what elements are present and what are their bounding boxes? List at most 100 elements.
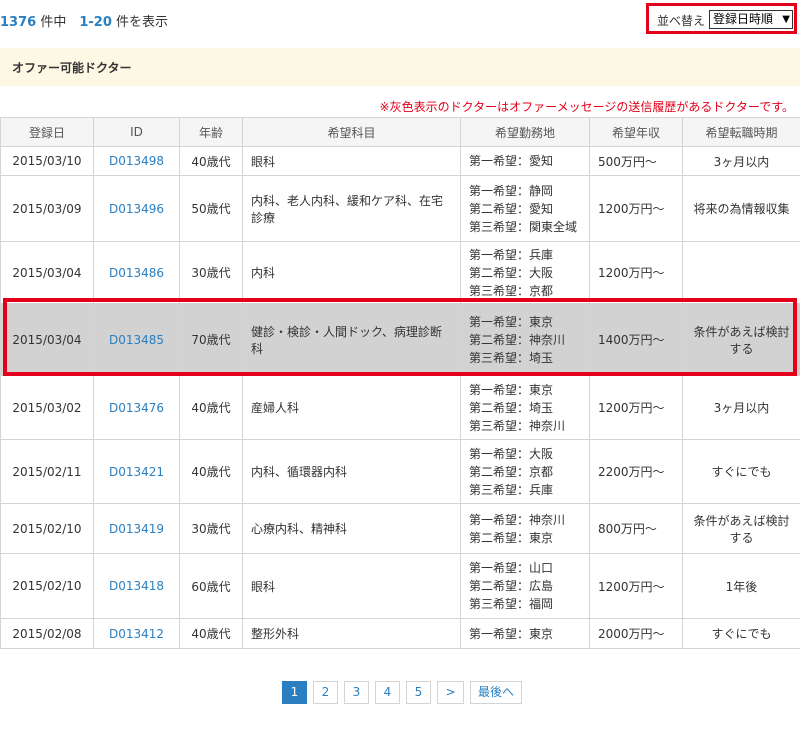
location-preference: 第一希望：東京 bbox=[469, 314, 554, 329]
cell-age: 40歳代 bbox=[179, 618, 243, 649]
range-suffix: 件を表示 bbox=[111, 15, 169, 30]
cell-date: 2015/03/10 bbox=[0, 146, 94, 176]
sort-select[interactable]: 登録日時順 ▼ bbox=[709, 10, 793, 29]
sort-selected-value: 登録日時順 bbox=[713, 12, 774, 26]
page-button-1[interactable]: 1 bbox=[282, 681, 307, 704]
cell-age: 40歳代 bbox=[179, 146, 243, 176]
cell-date: 2015/02/10 bbox=[0, 503, 94, 554]
cell-salary: 2200万円〜 bbox=[589, 439, 683, 504]
next-page-button[interactable]: > bbox=[437, 681, 464, 704]
column-header-location: 希望勤務地 bbox=[460, 117, 590, 147]
doctor-id-link[interactable]: D013419 bbox=[93, 503, 180, 554]
gray-row-note: ※灰色表示のドクターはオファーメッセージの送信履歴があるドクターです。 bbox=[379, 100, 794, 114]
cell-department: 整形外科 bbox=[242, 618, 461, 649]
result-count: 1376 件中 1-20 件を表示 bbox=[0, 11, 168, 30]
cell-salary: 1400万円〜 bbox=[589, 303, 683, 376]
location-preference: 第三希望：埼玉 bbox=[469, 350, 554, 365]
cell-location: 第一希望：神奈川 第二希望：東京 bbox=[460, 503, 590, 554]
location-preference: 第二希望：京都 bbox=[469, 464, 554, 479]
cell-date: 2015/02/08 bbox=[0, 618, 94, 649]
table-row[interactable]: 2015/02/08 D013412 40歳代 整形外科 第一希望：東京 200… bbox=[0, 618, 800, 649]
location-preference: 第一希望：神奈川 bbox=[469, 512, 566, 527]
cell-salary: 1200万円〜 bbox=[589, 175, 683, 242]
cell-location: 第一希望：静岡 第二希望：愛知 第三希望：関東全域 bbox=[460, 175, 590, 242]
table-row[interactable]: 2015/03/10 D013498 40歳代 眼科 第一希望：愛知 500万円… bbox=[0, 146, 800, 176]
cell-salary: 1200万円〜 bbox=[589, 553, 683, 619]
cell-department: 健診・検診・人間ドック、病理診断科 bbox=[242, 303, 461, 376]
column-header-department: 希望科目 bbox=[242, 117, 461, 147]
table-row[interactable]: 2015/02/11 D013421 40歳代 内科、循環器内科 第一希望：大阪… bbox=[0, 439, 800, 504]
cell-age: 60歳代 bbox=[179, 553, 243, 619]
cell-date: 2015/03/04 bbox=[0, 241, 94, 304]
total-suffix: 件中 bbox=[36, 15, 67, 30]
column-header-date: 登録日 bbox=[0, 117, 94, 147]
cell-salary: 2000万円〜 bbox=[589, 618, 683, 649]
location-preference: 第一希望：兵庫 bbox=[469, 247, 554, 262]
section-header: オファー可能ドクター bbox=[0, 48, 800, 86]
cell-date: 2015/03/09 bbox=[0, 175, 94, 242]
location-preference: 第三希望：京都 bbox=[469, 283, 554, 298]
section-title: オファー可能ドクター bbox=[12, 61, 132, 75]
last-page-button[interactable]: 最後へ bbox=[470, 681, 522, 704]
cell-salary: 800万円〜 bbox=[589, 503, 683, 554]
cell-age: 70歳代 bbox=[179, 303, 243, 376]
table-row[interactable]: 2015/02/10 D013419 30歳代 心療内科、精神科 第一希望：神奈… bbox=[0, 503, 800, 554]
location-preference: 第三希望：兵庫 bbox=[469, 482, 554, 497]
cell-department: 眼科 bbox=[242, 553, 461, 619]
location-preference: 第一希望：愛知 bbox=[469, 154, 554, 168]
cell-age: 40歳代 bbox=[179, 375, 243, 440]
cell-timing: 条件があえば検討する bbox=[682, 303, 800, 376]
cell-department: 眼科 bbox=[242, 146, 461, 176]
doctor-id-link[interactable]: D013496 bbox=[93, 175, 180, 242]
table-row-highlighted[interactable]: 2015/03/04 D013485 70歳代 健診・検診・人間ドック、病理診断… bbox=[0, 303, 800, 376]
location-preference: 第一希望：山口 bbox=[469, 561, 554, 575]
total-count: 1376 bbox=[0, 15, 37, 30]
location-preference: 第一希望：東京 bbox=[469, 382, 554, 397]
column-header-timing: 希望転職時期 bbox=[682, 117, 800, 147]
sort-control: 並べ替え 登録日時順 ▼ bbox=[646, 3, 797, 34]
doctor-id-link[interactable]: D013486 bbox=[93, 241, 180, 304]
page-button-3[interactable]: 3 bbox=[344, 681, 369, 704]
doctor-id-link[interactable]: D013485 bbox=[93, 303, 180, 376]
cell-timing: 3ヶ月以内 bbox=[682, 375, 800, 440]
cell-salary: 1200万円〜 bbox=[589, 375, 683, 440]
cell-timing: 1年後 bbox=[682, 553, 800, 619]
table-row[interactable]: 2015/03/09 D013496 50歳代 内科、老人内科、緩和ケア科、在宅… bbox=[0, 175, 800, 242]
doctor-id-link[interactable]: D013412 bbox=[93, 618, 180, 649]
cell-age: 30歳代 bbox=[179, 503, 243, 554]
location-preference: 第三希望：関東全域 bbox=[469, 219, 578, 234]
location-preference: 第二希望：東京 bbox=[469, 530, 554, 545]
doctor-id-link[interactable]: D013476 bbox=[93, 375, 180, 440]
cell-timing: 将来の為情報収集 bbox=[682, 175, 800, 242]
table-header-row: 登録日 ID 年齢 希望科目 希望勤務地 希望年収 希望転職時期 bbox=[0, 117, 800, 147]
cell-location: 第一希望：東京 第二希望：埼玉 第三希望：神奈川 bbox=[460, 375, 590, 440]
cell-age: 30歳代 bbox=[179, 241, 243, 304]
doctor-id-link[interactable]: D013498 bbox=[93, 146, 180, 176]
cell-age: 40歳代 bbox=[179, 439, 243, 504]
cell-date: 2015/03/02 bbox=[0, 375, 94, 440]
cell-salary: 500万円〜 bbox=[589, 146, 683, 176]
table-row[interactable]: 2015/03/02 D013476 40歳代 産婦人科 第一希望：東京 第二希… bbox=[0, 375, 800, 440]
location-preference: 第一希望：大阪 bbox=[469, 446, 554, 461]
cell-department: 内科、老人内科、緩和ケア科、在宅診療 bbox=[242, 175, 461, 242]
column-header-id: ID bbox=[93, 117, 180, 147]
table-row[interactable]: 2015/02/10 D013418 60歳代 眼科 第一希望：山口 第二希望：… bbox=[0, 553, 800, 619]
doctor-id-link[interactable]: D013418 bbox=[93, 553, 180, 619]
doctor-id-link[interactable]: D013421 bbox=[93, 439, 180, 504]
dropdown-arrow-icon: ▼ bbox=[782, 14, 790, 25]
cell-department: 産婦人科 bbox=[242, 375, 461, 440]
table-row[interactable]: 2015/03/04 D013486 30歳代 内科 第一希望：兵庫 第二希望：… bbox=[0, 241, 800, 304]
page-button-4[interactable]: 4 bbox=[375, 681, 400, 704]
location-preference: 第三希望：福岡 bbox=[469, 597, 554, 611]
page-button-2[interactable]: 2 bbox=[313, 681, 338, 704]
cell-location: 第一希望：大阪 第二希望：京都 第三希望：兵庫 bbox=[460, 439, 590, 504]
cell-location: 第一希望：山口 第二希望：広島 第三希望：福岡 bbox=[460, 553, 590, 619]
cell-timing: すぐにでも bbox=[682, 439, 800, 504]
location-preference: 第二希望：愛知 bbox=[469, 201, 554, 216]
cell-location: 第一希望：兵庫 第二希望：大阪 第三希望：京都 bbox=[460, 241, 590, 304]
page-button-5[interactable]: 5 bbox=[406, 681, 431, 704]
cell-timing bbox=[682, 241, 800, 304]
cell-date: 2015/02/11 bbox=[0, 439, 94, 504]
cell-date: 2015/03/04 bbox=[0, 303, 94, 376]
display-range: 1-20 bbox=[79, 15, 112, 30]
